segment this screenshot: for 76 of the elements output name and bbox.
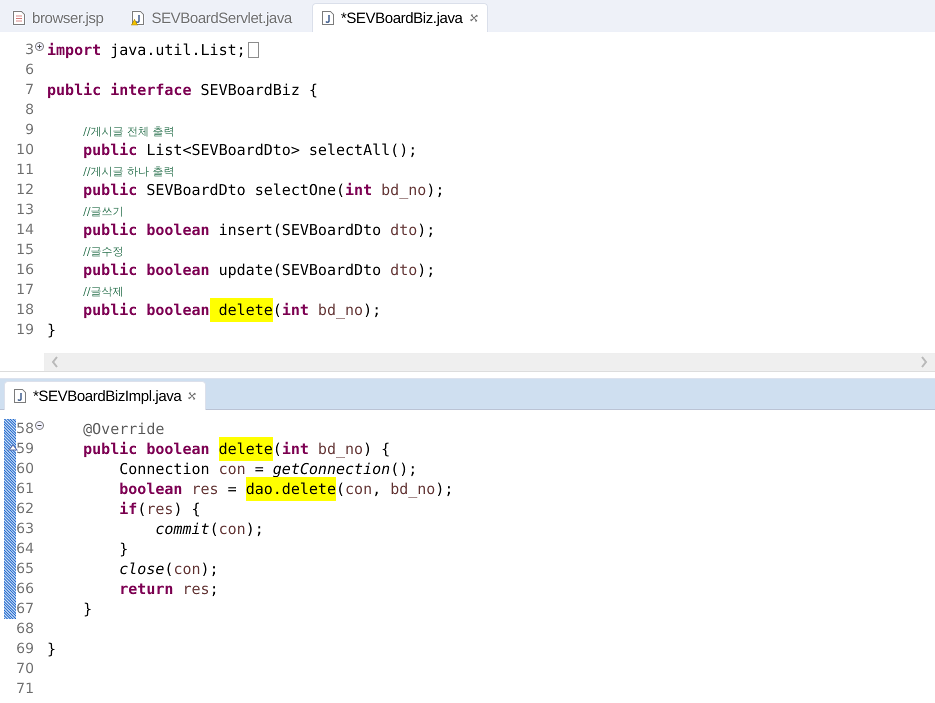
expand-icon[interactable] [35, 42, 44, 50]
line-number: 68 [16, 621, 34, 637]
java-file-warning-icon [131, 10, 146, 26]
code-line: if(res) { [118, 500, 201, 518]
collapse-icon[interactable] [35, 420, 44, 430]
line-number: 58 [16, 421, 34, 437]
code-line: //글수정 [82, 244, 124, 259]
editor-tab[interactable]: *SEVBoardBizImpl.java [4, 381, 206, 410]
java-file-icon [13, 388, 27, 404]
editor-tab[interactable]: browser.jsp [4, 4, 112, 32]
code-line: //글삭제 [82, 284, 124, 299]
line-number: 9 [25, 122, 34, 138]
change-bar [4, 459, 16, 479]
code-line: import java.util.List; [47, 41, 246, 59]
change-bar [4, 479, 16, 499]
line-number: 70 [16, 661, 34, 677]
line-number: 18 [16, 302, 34, 318]
change-bar [4, 419, 16, 439]
line-number: 3 [25, 42, 34, 58]
line-number: 17 [16, 282, 34, 298]
code-line: public List<SEVBoardDto> selectAll(); [82, 141, 418, 159]
code-line: Connection con = getConnection(); [118, 460, 418, 478]
code-line: } [47, 321, 56, 339]
folded-code-icon [248, 42, 259, 58]
line-number: 11 [16, 162, 34, 178]
change-bar [4, 579, 16, 599]
line-number: 66 [16, 581, 34, 597]
editor-tab[interactable]: *SEVBoardBiz.java [312, 3, 488, 32]
editor-tab[interactable]: SEVBoardServlet.java [123, 4, 300, 32]
line-number: 10 [16, 142, 34, 158]
close-icon[interactable] [468, 13, 478, 23]
change-bar [4, 599, 16, 619]
code-line: } [82, 600, 92, 618]
change-bar [4, 499, 16, 519]
override-icon [8, 444, 18, 451]
line-number: 60 [16, 461, 34, 477]
line-number: 71 [16, 681, 34, 697]
line-number: 69 [16, 641, 34, 657]
code-line: //글쓰기 [82, 204, 124, 219]
line-number: 12 [16, 182, 34, 198]
code-line: //게시글 전체 출력 [82, 124, 175, 139]
line-number: 13 [16, 202, 34, 218]
code-line: return res; [118, 580, 219, 598]
code-line: public interface SEVBoardBiz { [47, 81, 318, 99]
code-line: //게시글 하나 출력 [82, 164, 175, 179]
line-number: 59 [16, 441, 34, 457]
java-file-icon [320, 10, 335, 26]
change-bar [4, 519, 16, 539]
line-number: 19 [16, 322, 34, 338]
line-number: 67 [16, 601, 34, 617]
line-number: 61 [16, 481, 34, 497]
line-number: 65 [16, 561, 34, 577]
close-icon[interactable] [187, 391, 198, 401]
code-line: public boolean update(SEVBoardDto dto); [82, 261, 436, 279]
file-icon [12, 10, 26, 26]
code-line: public boolean delete(int bd_no) { [47, 440, 390, 458]
line-number: 6 [25, 62, 34, 78]
line-number: 64 [16, 541, 34, 557]
change-bar [4, 559, 16, 579]
line-number: 14 [16, 222, 34, 238]
line-number: 63 [16, 521, 34, 537]
code-line: } [47, 640, 56, 658]
line-number: 62 [16, 501, 34, 517]
code-line: boolean res = dao.delete(con, bd_no); [47, 480, 454, 498]
line-number: 15 [16, 242, 34, 258]
code-line: close(con); [118, 560, 219, 578]
code-line: commit(con); [154, 520, 264, 538]
code-line: public boolean insert(SEVBoardDto dto); [82, 221, 436, 239]
line-number: 7 [25, 82, 34, 98]
code-line: @Override [82, 420, 164, 438]
change-bar [4, 539, 16, 559]
line-number: 16 [16, 262, 34, 278]
code-line: } [118, 540, 128, 558]
code-line: public boolean delete(int bd_no); [47, 301, 382, 319]
code-line: public SEVBoardDto selectOne(int bd_no); [82, 181, 444, 199]
line-number: 8 [25, 102, 34, 118]
